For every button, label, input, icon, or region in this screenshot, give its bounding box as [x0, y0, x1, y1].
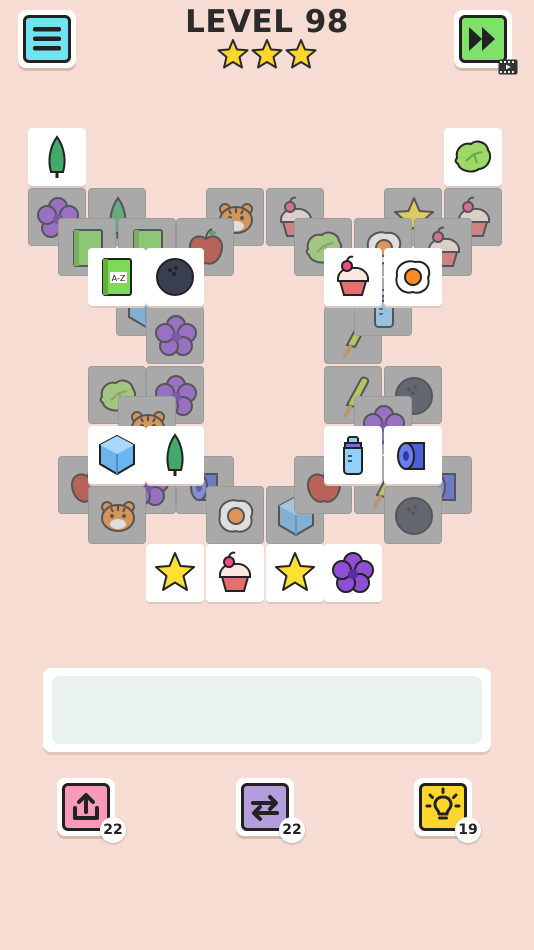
- star-icon: [285, 38, 317, 74]
- tile-cube[interactable]: [88, 426, 146, 484]
- tree-icon: [166, 433, 184, 476]
- bowling-ball-icon: [395, 497, 433, 535]
- tile-lettuce[interactable]: [444, 128, 502, 186]
- video-ad-icon: [498, 59, 518, 75]
- bottle-icon: [343, 436, 363, 475]
- svg-text:A-Z: A-Z: [112, 274, 126, 283]
- tile-cupcake[interactable]: [324, 248, 382, 306]
- blocked-tile-violet-flower: [146, 306, 204, 364]
- star-icon: [275, 552, 315, 591]
- fast-forward-icon: [469, 27, 495, 51]
- tile-tree[interactable]: [28, 128, 86, 186]
- tile-tray: [43, 668, 491, 752]
- egg-icon: [218, 499, 254, 533]
- skip-button-face: [459, 15, 507, 63]
- tree-icon: [48, 135, 66, 178]
- blocked-tile-bowling-ball: [384, 486, 442, 544]
- shuffle-button[interactable]: 22: [236, 778, 305, 843]
- shuffle-icon: [251, 795, 279, 821]
- tile-az-book[interactable]: A-Z: [88, 248, 146, 306]
- tile-star[interactable]: [266, 544, 324, 602]
- bowling-ball-icon: [156, 258, 194, 296]
- violet-flower-icon: [332, 552, 374, 593]
- star-icon: [155, 552, 195, 591]
- star-icon: [217, 38, 249, 74]
- blocked-tile-egg: [206, 486, 264, 544]
- hint-button[interactable]: 19: [414, 778, 481, 843]
- tile-bottle[interactable]: [324, 426, 382, 484]
- tile-toilet-paper[interactable]: [384, 426, 442, 484]
- tiger-icon: [101, 501, 135, 532]
- tile-star[interactable]: [146, 544, 204, 602]
- undo-icon: [73, 793, 99, 820]
- cupcake-icon: [218, 551, 252, 592]
- hint-count-badge: 19: [455, 817, 481, 843]
- undo-button[interactable]: 22: [57, 778, 126, 843]
- shuffle-count-badge: 22: [279, 817, 305, 843]
- tile-violet-flower[interactable]: [324, 544, 382, 602]
- tray-slots: [52, 676, 482, 744]
- undo-count-badge: 22: [100, 817, 126, 843]
- star-icon: [251, 38, 283, 74]
- tile-egg[interactable]: [384, 248, 442, 306]
- tile-bowling-ball[interactable]: [146, 248, 204, 306]
- tile-tree[interactable]: [146, 426, 204, 484]
- az-book-icon: A-Z: [102, 258, 132, 296]
- toilet-paper-icon: [397, 442, 425, 470]
- violet-flower-icon: [155, 315, 197, 356]
- egg-icon: [395, 260, 431, 294]
- cube-icon: [99, 434, 135, 476]
- cupcake-icon: [336, 255, 370, 296]
- tile-cupcake[interactable]: [206, 544, 264, 602]
- blocked-tile-tiger: [88, 486, 146, 544]
- lettuce-icon: [454, 140, 492, 173]
